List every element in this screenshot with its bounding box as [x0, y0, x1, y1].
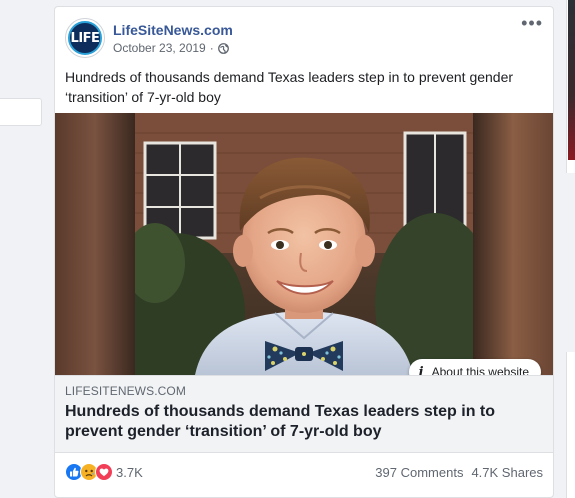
shares-count[interactable]: 4.7K Shares — [471, 465, 543, 480]
about-this-website-label: About this website — [431, 365, 529, 375]
post-card: LIFE LifeSiteNews.com October 23, 2019 ·… — [54, 6, 554, 498]
link-preview-caption[interactable]: LIFESITENEWS.COM Hundreds of thousands d… — [55, 375, 553, 453]
post-date[interactable]: October 23, 2019 — [113, 41, 206, 55]
reaction-icons — [65, 463, 113, 481]
link-title[interactable]: Hundreds of thousands demand Texas leade… — [65, 402, 535, 442]
reaction-count[interactable]: 3.7K — [116, 465, 143, 480]
post-meta: October 23, 2019 · — [113, 41, 229, 55]
left-side-panel — [0, 98, 42, 126]
image-blur-right — [473, 113, 553, 375]
globe-icon[interactable] — [217, 42, 229, 54]
link-preview-image[interactable]: i About this website — [55, 113, 553, 375]
page-avatar[interactable]: LIFE — [65, 18, 105, 58]
right-side-panel-top — [566, 0, 575, 173]
more-options-icon[interactable]: ••• — [521, 14, 543, 32]
meta-separator: · — [209, 41, 214, 55]
love-icon — [95, 463, 113, 481]
comments-count[interactable]: 397 Comments — [375, 465, 463, 480]
about-this-website-button[interactable]: i About this website — [408, 359, 541, 376]
image-blur-left — [55, 113, 135, 375]
reactions-summary[interactable]: 3.7K — [65, 463, 143, 481]
right-side-panel-bottom — [566, 352, 575, 498]
link-domain: LIFESITENEWS.COM — [65, 384, 186, 398]
boy-photo — [135, 113, 473, 375]
page-name-link[interactable]: LifeSiteNews.com — [113, 22, 233, 38]
post-text: Hundreds of thousands demand Texas leade… — [65, 69, 514, 105]
page-avatar-logo: LIFE — [68, 21, 102, 55]
engagement-bar: 3.7K 397 Comments 4.7K Shares — [65, 461, 543, 483]
post-header: LIFE LifeSiteNews.com October 23, 2019 ·… — [65, 14, 543, 58]
engagement-counts: 397 Comments 4.7K Shares — [375, 465, 543, 480]
info-icon: i — [418, 364, 424, 376]
